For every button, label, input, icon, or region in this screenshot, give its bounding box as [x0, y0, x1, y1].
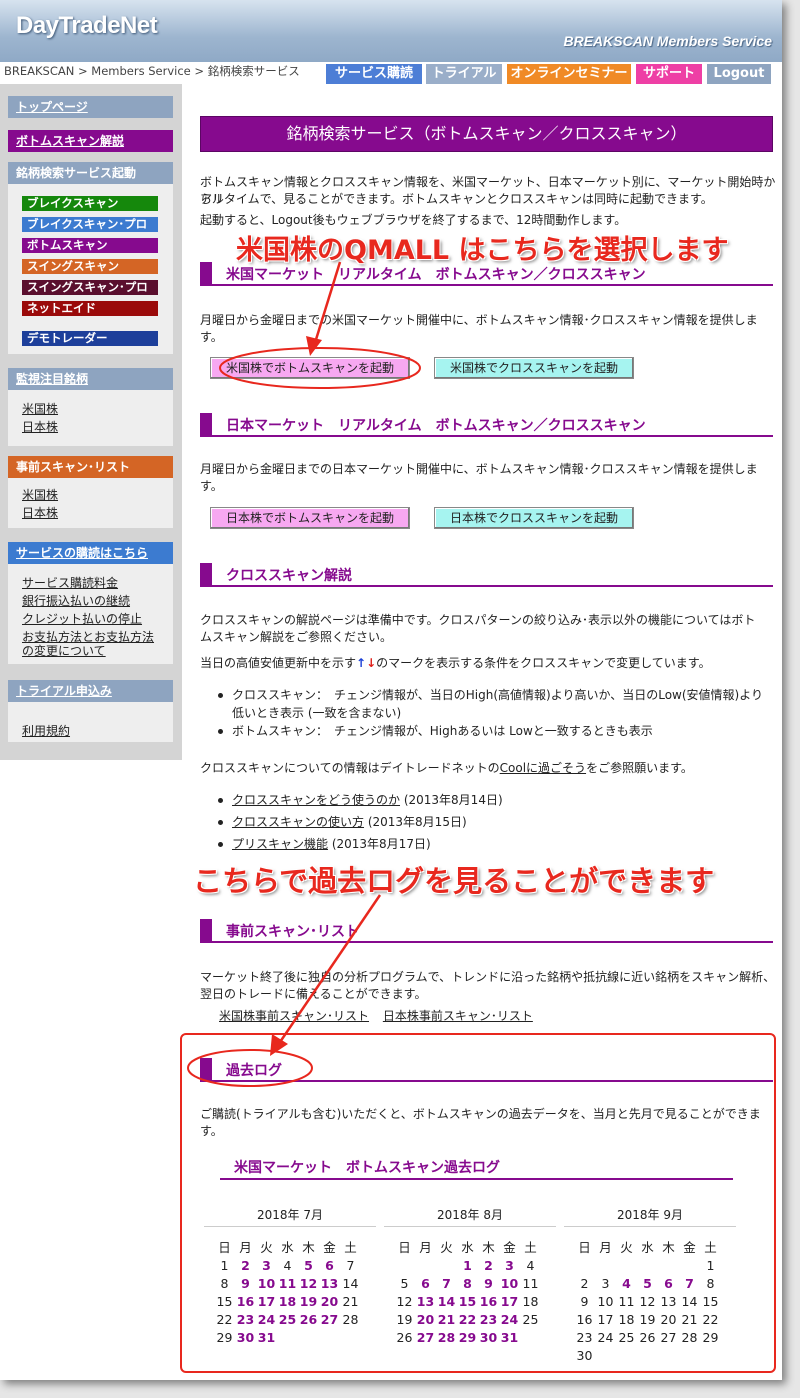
annotation-overlay [187, 261, 421, 1087]
browser-page: DayTradeNet BREAKSCAN Members Service BR… [0, 0, 782, 1380]
annotation-arrow-line [312, 261, 342, 347]
annotation-circle-past-log [187, 1049, 313, 1087]
annotation-circle-us-bottom [219, 347, 421, 389]
annotation-arrow-head [306, 336, 322, 356]
annotation-arrow-line [276, 894, 382, 1046]
